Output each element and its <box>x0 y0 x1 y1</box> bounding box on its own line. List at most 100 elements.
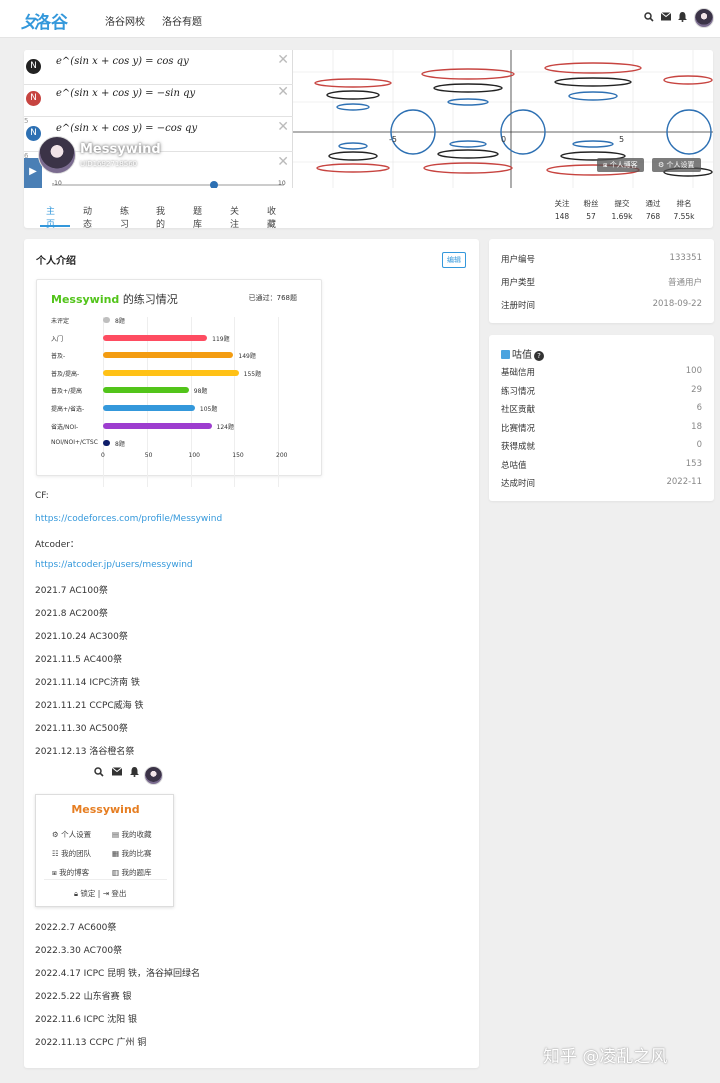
intro-title: 个人介绍 <box>36 256 76 267</box>
stat-ranking[interactable]: 排名 7.55k <box>669 198 699 221</box>
bell-icon[interactable] <box>678 12 687 25</box>
stat-value: 7.55k <box>673 212 695 221</box>
intro-line: 2021.10.24 AC300祭 <box>35 632 128 642</box>
stat-followers[interactable]: 粉丝 57 <box>576 198 606 221</box>
profile-link[interactable]: https://codeforces.com/profile/Messywind <box>35 514 222 524</box>
guzhi-value: 153 <box>685 458 702 469</box>
graph-icon[interactable]: N <box>26 126 41 141</box>
close-icon[interactable]: ✕ <box>277 154 289 170</box>
rss-icon: ⧆ <box>603 161 610 169</box>
personal-blog-label: 个人博客 <box>609 161 638 169</box>
info-label: 注册时间 <box>501 301 536 311</box>
luogu-logo[interactable]: ㄆ洛谷 <box>20 8 68 33</box>
guzhi-value: 18 <box>691 421 702 432</box>
close-icon[interactable]: ✕ <box>277 84 289 100</box>
info-row-type: 用户类型 普通用户 <box>501 276 702 288</box>
guzhi-value: 0 <box>696 440 702 450</box>
tab-following[interactable]: 关注 <box>230 204 239 228</box>
category-label: 普及/提高- <box>51 370 80 378</box>
mail-icon <box>111 767 123 779</box>
menu-item-label: 我的博客 <box>59 868 90 877</box>
guzhi-label: 社区贡献 <box>501 405 536 415</box>
intro-line: 2021.11.30 AC500祭 <box>35 724 128 734</box>
graph-icon[interactable]: N <box>26 59 41 74</box>
x-tick-label: 0 <box>101 452 105 459</box>
help-icon[interactable]: ? <box>534 351 544 361</box>
profile-uid: UID1692718560 <box>80 160 138 168</box>
info-row-uid: 用户编号 133351 <box>501 253 702 265</box>
menu-separator: | <box>97 889 101 898</box>
info-value: 2018-09-22 <box>652 299 702 309</box>
profile-banner: N e^(sin x + cos y) = cos qy ✕ N e^(sin … <box>24 50 713 188</box>
profile-link[interactable]: https://atcoder.jp/users/messywind <box>35 560 193 570</box>
tab-problemset[interactable]: 题库 <box>193 204 202 228</box>
menu-item-teams: ☷ 我的团队 <box>52 848 91 859</box>
graph-icon[interactable]: N <box>26 91 41 106</box>
intro-line: 2021.7 AC100祭 <box>35 586 108 596</box>
stat-submissions[interactable]: 提交 1.69k <box>607 198 637 221</box>
guzhi-label: 基础信用 <box>501 368 536 378</box>
intro-line: 2022.4.17 ICPC 昆明 铁，洛谷掉回绿名 <box>35 969 201 979</box>
close-icon[interactable]: ✕ <box>277 119 289 135</box>
chart-gridline <box>278 317 279 487</box>
guzhi-value: 2022-11 <box>666 477 702 487</box>
user-dropdown-menu: Messywind ⚙ 个人设置 ▤ 我的收藏 ☷ 我的团队 ▦ 我的比赛 ⧆ … <box>35 794 174 907</box>
menu-avatar <box>144 766 163 785</box>
nav-link-school[interactable]: 洛谷网校 <box>105 13 145 28</box>
guzhi-label: 总咕值 <box>501 460 527 471</box>
chart-title-username: Messywind <box>51 293 120 306</box>
guzhi-row: 练习情况 29 <box>501 385 702 397</box>
logout-label: 登出 <box>111 889 127 898</box>
menu-item-label: 我的团队 <box>61 849 92 858</box>
menu-item-blog: ⧆ 我的博客 <box>52 867 89 878</box>
top-navbar: ㄆ洛谷 洛谷网校 洛谷有题 <box>0 0 720 38</box>
practice-chart: Messywind 的练习情况 已通过：768题 0 50 100 150 200 未评定… <box>36 279 322 487</box>
tab-activity[interactable]: 动态 <box>83 204 92 228</box>
chart-bar <box>103 369 239 376</box>
personal-settings-button[interactable]: ⚙ 个人设置 <box>652 158 701 172</box>
x-tick-label: 50 <box>144 452 153 459</box>
nav-link-problems[interactable]: 洛谷有题 <box>162 13 202 28</box>
stat-following[interactable]: 关注 148 <box>547 198 577 221</box>
chart-gridline <box>146 317 148 487</box>
menu-item-label: 我的比赛 <box>121 849 152 858</box>
intro-line: CF: <box>35 491 49 501</box>
chart-bar <box>103 405 195 411</box>
search-icon[interactable] <box>644 12 654 25</box>
chart-bar <box>103 440 110 447</box>
stat-label: 粉丝 <box>583 199 599 208</box>
parameter-slider[interactable] <box>52 181 284 188</box>
tab-favorites[interactable]: 收藏 <box>267 204 276 228</box>
calendar-icon: ▦ <box>112 849 120 858</box>
tab-practice[interactable]: 练习 <box>120 204 129 228</box>
guzhi-title-text: 咕值 <box>512 350 532 361</box>
menu-username: Messywind <box>71 803 140 816</box>
menu-item-problemset: ▥ 我的题库 <box>112 867 151 878</box>
intro-line: 2022.3.30 AC700祭 <box>35 946 123 956</box>
lock-icon: 🔒︎ <box>74 889 78 898</box>
mail-icon[interactable] <box>660 12 672 24</box>
x-tick-label: 100 <box>188 452 200 459</box>
close-icon[interactable]: ✕ <box>277 52 289 68</box>
menu-item-settings: ⚙ 个人设置 <box>52 829 91 840</box>
intro-line: 2022.2.7 AC600祭 <box>35 923 117 933</box>
bar-value-label: 8题 <box>115 441 125 449</box>
stat-value: 1.69k <box>611 212 633 221</box>
bar-value-label: 124题 <box>216 423 234 431</box>
expression-row: N e^(sin x + cos y) = −sin qy ✕ <box>24 82 293 117</box>
users-icon: ☷ <box>52 849 59 858</box>
user-gear-icon: ⚙ <box>52 830 59 839</box>
x-tick-label: 200 <box>276 452 288 459</box>
stat-accepted[interactable]: 通过 768 <box>638 198 668 221</box>
slider-handle[interactable] <box>210 181 218 188</box>
personal-blog-button[interactable]: ⧆ 个人博客 <box>597 158 644 172</box>
user-info-card: 用户编号 133351 用户类型 普通用户 注册时间 2018-09-22 <box>489 239 714 323</box>
intro-line: 2021.11.5 AC400祭 <box>35 655 123 665</box>
user-avatar[interactable] <box>694 8 714 28</box>
edit-button[interactable]: 编辑 <box>442 252 466 268</box>
intro-line: 2021.12.13 洛谷橙名祭 <box>35 747 135 757</box>
logout-icon: ⇥ <box>102 889 109 898</box>
tab-mine[interactable]: 我的 <box>156 204 165 228</box>
chart-bar <box>103 317 110 323</box>
stat-value: 148 <box>554 212 570 221</box>
